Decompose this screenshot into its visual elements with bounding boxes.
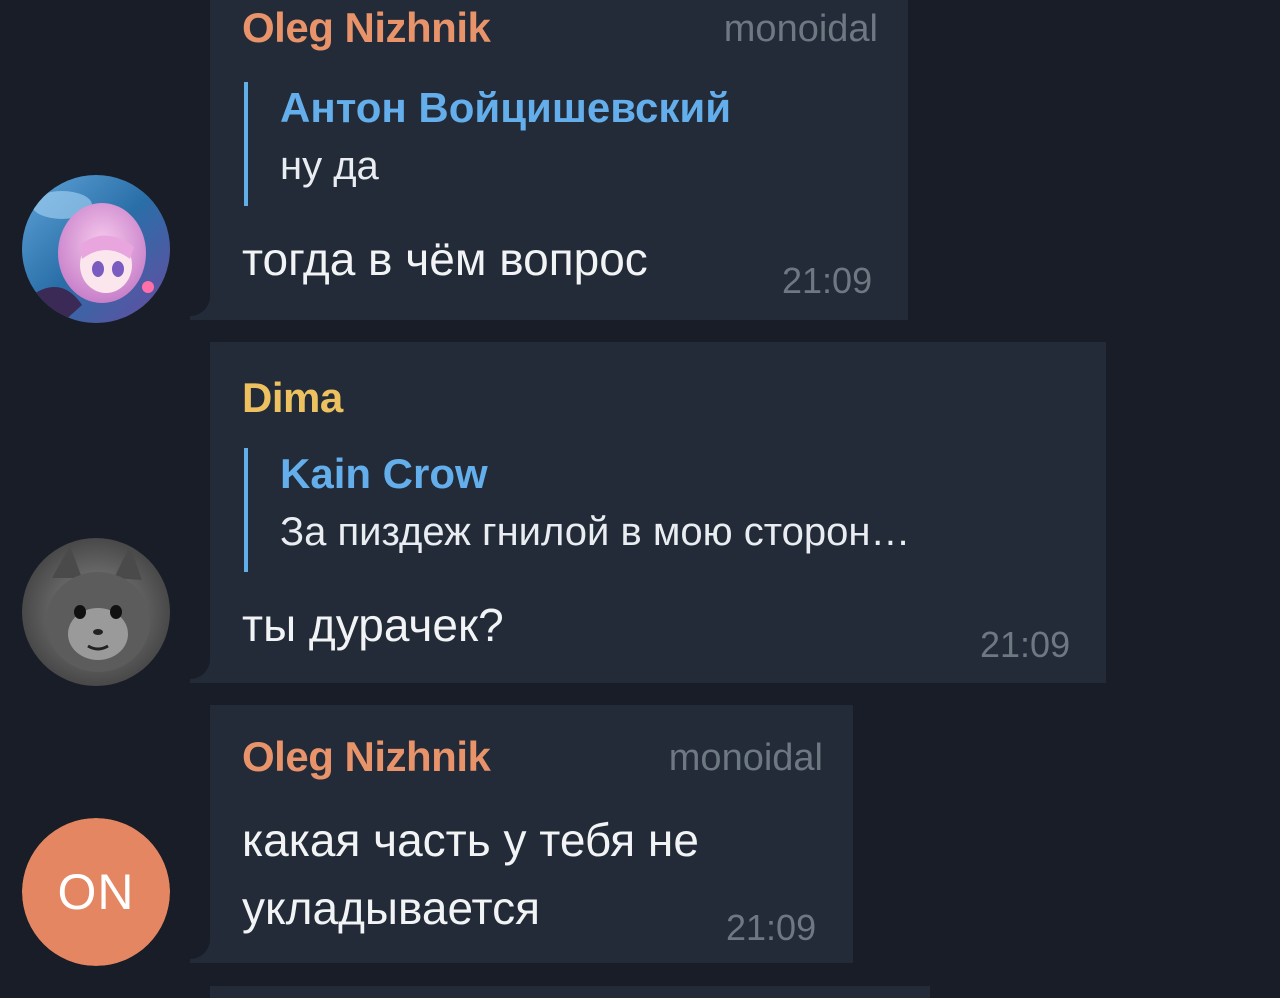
sender-name[interactable]: Oleg Nizhnik (242, 4, 491, 52)
message-time: 21:09 (726, 907, 817, 948)
avatar[interactable] (22, 538, 170, 686)
reply-author: Kain Crow (280, 450, 488, 497)
reply-text: ну да (280, 144, 379, 188)
reply-quote[interactable]: Kain Crow За пиздеж гнилой в мою сторон… (244, 448, 910, 572)
message-text-line: укладывается (242, 882, 540, 934)
cat-photo-avatar-icon (22, 538, 170, 686)
admin-title: monoidal (723, 8, 878, 50)
sender-name[interactable]: Oleg Nizhnik (242, 733, 491, 781)
bubble-tail (190, 659, 212, 683)
message-bubble[interactable]: Dima Kain Crow За пиздеж гнилой в мою ст… (190, 342, 1106, 683)
reply-text: За пиздеж гнилой в мою сторон… (280, 510, 911, 554)
chat-history[interactable]: Oleg Nizhnik monoidal Антон Войцишевский… (0, 0, 1280, 998)
message-time: 21:09 (782, 260, 873, 301)
message-header: Dima (242, 374, 1076, 424)
bubble-tail (190, 296, 212, 320)
message-text: тогда в чём вопрос (242, 233, 648, 285)
message-text-line: какая часть у тебя не (242, 814, 699, 866)
message-time: 21:09 (980, 624, 1071, 665)
anime-girl-avatar-icon (22, 175, 170, 323)
reply-quote[interactable]: Антон Войцишевский ну да (244, 82, 731, 206)
avatar-initials: ON (22, 818, 170, 966)
admin-title: monoidal (668, 737, 823, 779)
message-header: Oleg Nizhnik monoidal (242, 4, 878, 54)
avatar[interactable] (22, 175, 170, 323)
bubble-tail (190, 939, 212, 963)
message-bubble[interactable]: Oleg Nizhnik monoidal Антон Войцишевский… (190, 0, 908, 320)
message-text: ты дурачек? (242, 599, 504, 651)
sender-name[interactable]: Dima (242, 374, 343, 422)
reply-author: Антон Войцишевский (280, 84, 732, 131)
avatar[interactable]: ON (22, 818, 170, 966)
message-header: Oleg Nizhnik monoidal (242, 733, 823, 783)
message-bubble[interactable]: Oleg Nizhnik monoidal какая часть у тебя… (190, 705, 853, 963)
message-bubble-partial[interactable] (210, 986, 930, 998)
